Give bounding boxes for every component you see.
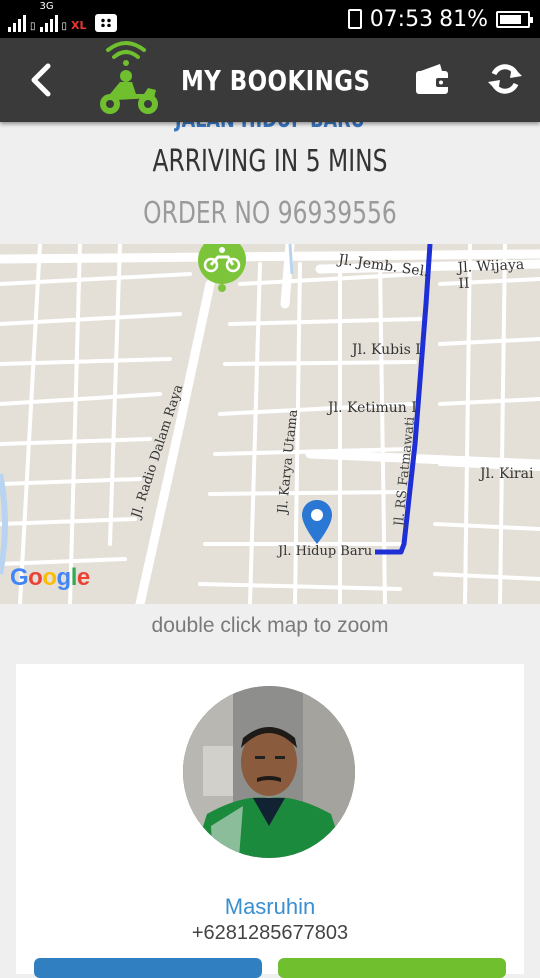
back-arrow-icon[interactable] [24,60,58,100]
map-label-hidup-baru: Jl. Hidup Baru [278,544,373,559]
status-bar: ▯ 3G ▯ XL 07:53 81% [0,0,540,38]
google-logo-letter: G [10,564,29,591]
google-logo-letter: o [42,564,57,591]
driver-phone[interactable]: +6281285677803 [16,922,524,945]
google-logo: Google [10,564,90,591]
battery-fill [500,14,522,24]
google-logo-letter: e [76,564,90,591]
map-label-wijaya: Jl. Wijaya II [457,256,525,293]
battery-percent: 81% [439,6,488,32]
status-right: 07:53 81% [347,4,533,34]
map-view[interactable]: Jl. Jemb. Sel. Jl. Wijaya II Jl. Kubis I… [0,244,540,604]
destination-pin-icon[interactable] [300,498,334,546]
signal-icon [8,15,26,32]
driver-photo [183,686,355,858]
vibrate-icon [347,9,362,29]
bbm-notification-icon [94,14,117,32]
status-left-icons: ▯ 3G ▯ XL [8,1,117,32]
google-logo-letter: g [56,564,72,591]
app-bar: MY BOOKINGS [0,38,540,122]
driver-location-marker-icon[interactable] [196,244,248,296]
map-label-kirai: Jl. Kirai [480,466,534,482]
sms-driver-button[interactable] [278,958,506,978]
driver-name: Masruhin [224,894,316,919]
call-driver-button[interactable] [34,958,262,978]
map-label-ketimun: Jl. Ketimun I [328,400,417,416]
map-streets [0,244,540,604]
signal-3g-icon: 3G [39,1,58,32]
status-time: 07:53 [369,6,434,32]
booking-info: JALAN HIDUP BARU ARRIVING IN 5 MINS ORDE… [0,122,540,244]
sim-1-icon: ▯ [30,21,36,32]
order-number: ORDER NO 96939556 [143,196,397,231]
page-title: MY BOOKINGS [181,64,371,97]
driver-card: Masruhin +6281285677803 [16,664,524,978]
driver-avatar[interactable] [183,686,355,858]
operator-icon: XL [71,19,87,32]
map-label-kubis: Jl. Kubis I [352,342,421,358]
google-attribution: Google [10,564,90,592]
destination-street: JALAN HIDUP BARU [54,122,486,133]
battery-icon [496,10,533,28]
refresh-icon[interactable] [486,60,524,98]
google-logo-letter: o [28,564,43,591]
network-type-label: 3G [39,1,54,12]
gojek-logo-icon [100,41,158,114]
arrival-status: ARRIVING IN 5 MINS [152,144,388,179]
wallet-icon[interactable] [414,62,452,96]
map-zoom-hint: double click map to zoom [151,614,389,637]
sim-2-icon: ▯ [61,21,68,32]
